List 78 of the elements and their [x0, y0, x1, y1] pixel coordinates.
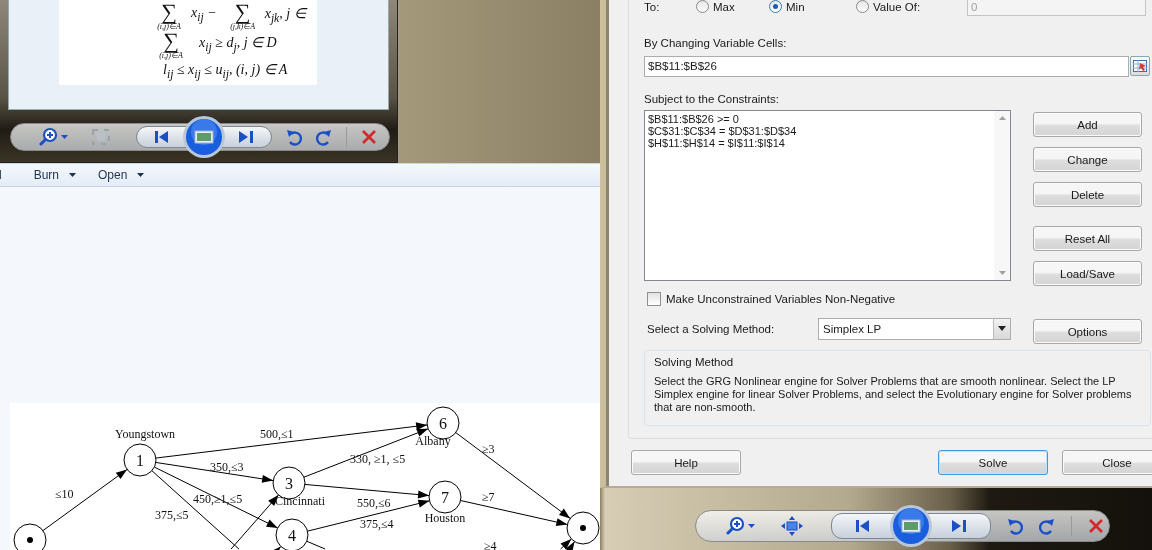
city-label: Houston [424, 511, 466, 525]
edge-label: 375,≤4 [360, 517, 394, 531]
edge-label: 350,≤3 [210, 460, 244, 474]
edge-label: ≥3 [482, 442, 495, 456]
edge-label: 550,≤6 [357, 496, 391, 510]
node-number: 4 [288, 527, 296, 544]
dialog-button[interactable]: Change [1033, 147, 1142, 172]
previous-icon [856, 520, 870, 532]
zoom-icon[interactable] [39, 127, 59, 147]
edge-label: ≥4 [484, 539, 497, 550]
slideshow-button[interactable] [182, 115, 226, 159]
dialog-button[interactable]: Reset All [1033, 226, 1142, 251]
edge-label: 500,≤1 [260, 427, 294, 441]
dialog-button[interactable]: Add [1033, 112, 1142, 137]
node-number: 3 [285, 475, 293, 492]
next-icon [239, 131, 253, 143]
edge-label: ≤10 [55, 487, 74, 501]
summation: ∑ (i,j)∈A [159, 31, 184, 60]
node-number: 1 [136, 452, 144, 469]
caret-icon[interactable] [748, 524, 755, 528]
fit-to-window-icon[interactable] [781, 516, 803, 536]
constraints-label: Subject to the Constraints: [644, 93, 780, 106]
zoom-icon[interactable] [726, 516, 746, 536]
rotate-left-icon[interactable] [286, 128, 302, 146]
objective-radio[interactable]: Value Of: [856, 0, 967, 13]
objective-radio[interactable]: Min [769, 0, 856, 13]
next-icon [952, 520, 966, 532]
delete-icon[interactable] [361, 129, 377, 145]
method-dropdown[interactable]: Simplex LP [818, 317, 1011, 340]
caret-icon[interactable] [61, 135, 68, 139]
rotate-right-icon[interactable] [1039, 517, 1055, 535]
next-button[interactable] [927, 513, 991, 539]
city-label: Albany [415, 434, 451, 448]
toolbar-menu[interactable]: Burn [33, 168, 77, 182]
previous-button[interactable] [136, 126, 188, 148]
rotate-left-icon[interactable] [1007, 517, 1023, 535]
formula-text: x$_{ij}$ ≥ d$_{j}$, j ∈ D [199, 34, 277, 54]
objective-radio[interactable]: Max [696, 0, 769, 13]
graph-node [123, 443, 157, 477]
group-title: Solving Method [654, 355, 735, 369]
range-select-button[interactable] [1130, 56, 1150, 76]
edge-label: 330, ≥1, ≤5 [350, 452, 406, 466]
to-label: To: [644, 0, 661, 13]
dialog-button[interactable]: Delete [1033, 182, 1142, 207]
formula-text: x$_{jk}$, j ∈ [264, 5, 306, 25]
dialog-button[interactable]: Close [1062, 450, 1152, 475]
city-label: Cincinnati [275, 494, 325, 508]
summation: ∑ (j,k)∈A [229, 2, 257, 31]
method-description: Select the GRG Nonlinear engine for Solver Problems that are smooth nonlinear. Select the LP Simplex engine for linear Solver Problems, and select the Evolutionary engine for Solver problems that are non-smooth. [654, 375, 1133, 414]
graph-node [428, 480, 462, 514]
formula-text: l$_{ij}$ ≤ x$_{ij}$ ≤ u$_{ij}$, (i, j) ∈ A [163, 61, 288, 81]
edge-label: ≥7 [482, 490, 495, 504]
rotate-right-icon[interactable] [316, 128, 332, 146]
summation: ∑ (i,j)∈A [156, 2, 182, 31]
constraint-item[interactable]: $H$11:$H$14 = $I$11:$I$14 [648, 137, 991, 149]
constraint-item[interactable]: $C$31:$C$34 = $D$31:$D$34 [648, 125, 991, 137]
edge-label: 375,≤5 [155, 508, 189, 522]
formula-text: x$_{ij}$ − [191, 4, 217, 24]
nonnegative-checkbox[interactable]: Make Unconstrained Variables Non-Negative [644, 291, 1152, 307]
toolbar-menu[interactable]: Open [98, 168, 145, 182]
options-button[interactable]: Options [1033, 319, 1142, 344]
constraint-item[interactable]: $B$11:$B$26 >= 0 [648, 113, 991, 125]
previous-button[interactable] [831, 513, 895, 539]
dialog-button[interactable]: Load/Save [1033, 261, 1142, 286]
dialog-button[interactable]: Solve [938, 450, 1048, 475]
range-icon [1133, 60, 1147, 72]
previous-icon [155, 131, 169, 143]
node-number: 6 [439, 415, 447, 432]
method-label: Select a Solving Method: [646, 322, 776, 335]
toolbar-menu[interactable]: l [0, 168, 2, 182]
node-number: 7 [441, 489, 449, 506]
dropdown-arrow-icon [998, 326, 1006, 331]
changing-cells-label: By Changing Variable Cells: [644, 37, 788, 50]
delete-icon[interactable] [1088, 518, 1104, 534]
variable-cells-field[interactable]: $B$11:$B$26 [644, 56, 1129, 77]
dialog-button[interactable]: Help [631, 450, 741, 475]
city-label: Youngstown [114, 427, 176, 441]
next-button[interactable] [220, 126, 272, 148]
